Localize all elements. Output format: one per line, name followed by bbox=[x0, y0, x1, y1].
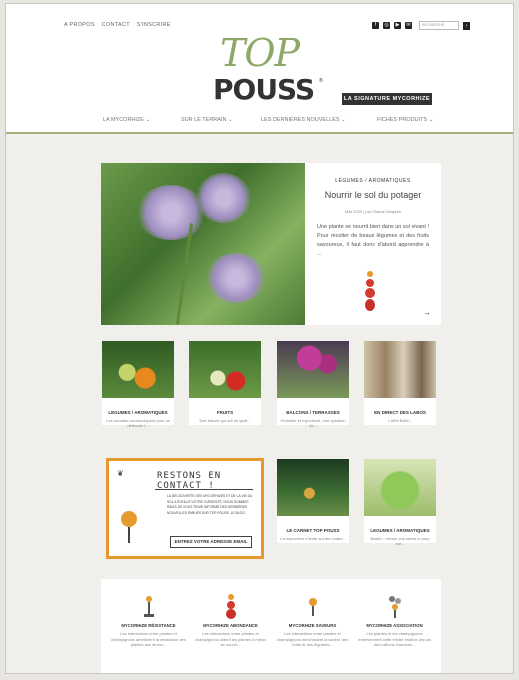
card-category[interactable]: LE CARNET TOP POUSS bbox=[277, 528, 349, 533]
card-category[interactable]: LEGUMES / AROMATIQUES bbox=[364, 528, 436, 533]
nav-sur-le-terrain[interactable]: SUR LE TERRAIN ⌄ bbox=[181, 117, 233, 123]
mascot-figure-icon bbox=[363, 271, 377, 315]
butterfly-icon: ❦ bbox=[117, 469, 124, 478]
association-figure-icon bbox=[388, 594, 401, 618]
featured-meta: MAI 2020 | par Claude Després bbox=[345, 209, 401, 214]
benefit-excerpt: Les interactions entre plantes et champi… bbox=[276, 631, 349, 647]
card-excerpt: Des fraises qui ont du goût... bbox=[199, 418, 251, 423]
benefit-abondance[interactable]: MYCORHIZE ABONDANCE Les interactions ent… bbox=[193, 594, 268, 648]
featured-next-arrow-icon[interactable]: → bbox=[423, 308, 431, 317]
nav-la-mycorhize[interactable]: LA MYCORHIZE ⌄ bbox=[103, 117, 150, 123]
benefit-title: MYCORHIZE ABONDANCE bbox=[203, 623, 258, 628]
article-card[interactable]: LE CARNET TOP POUSS La mycorhize s'invit… bbox=[277, 459, 349, 543]
top-nav: A PROPOS CONTACT S'INSCRIRE bbox=[64, 22, 176, 28]
article-card[interactable]: LEGUMES / AROMATIQUES Les tomates commun… bbox=[102, 341, 174, 428]
benefit-excerpt: Les plantes et les champignons entretien… bbox=[358, 631, 431, 647]
logo-pouss-text[interactable]: POUSS bbox=[213, 76, 315, 104]
benefit-resistance[interactable]: MYCORHIZE RÉSISTANCE Les interactions en… bbox=[111, 594, 186, 648]
email-field[interactable]: ENTREZ VOTRE ADRESSE EMAIL bbox=[170, 536, 252, 548]
nav-dernieres-nouvelles[interactable]: LES DERNIÈRES NOUVELLES ⌄ bbox=[261, 117, 346, 123]
search-icon[interactable]: › bbox=[463, 21, 470, 30]
newsletter-title: RESTONS EN CONTACT ! bbox=[157, 471, 222, 491]
benefit-title: MYCORHIZE RÉSISTANCE bbox=[121, 623, 176, 628]
strawberries-image[interactable] bbox=[189, 341, 261, 398]
mycorhize-benefits: MYCORHIZE RÉSISTANCE Les interactions en… bbox=[101, 579, 441, 673]
nav-about-link[interactable]: A PROPOS bbox=[64, 22, 95, 28]
benefit-excerpt: Les interactions entre plantes et champi… bbox=[111, 631, 186, 647]
page: A PROPOS CONTACT S'INSCRIRE f ◎ ▶ ✉ RECH… bbox=[5, 3, 514, 674]
card-category[interactable]: FRUITS bbox=[189, 410, 261, 415]
featured-excerpt: Une plante se nourrit bien dans un sol v… bbox=[317, 224, 429, 257]
flower-shape bbox=[206, 253, 266, 303]
benefit-excerpt: Les interactions entre plantes et champi… bbox=[194, 631, 267, 647]
mushroom-image[interactable] bbox=[277, 459, 349, 516]
article-card[interactable]: BALCONS / TERRASSES Orchidée et mycorhiz… bbox=[277, 341, 349, 428]
card-excerpt: L'effet BAM... bbox=[388, 418, 412, 423]
social-bar: f ◎ ▶ ✉ RECHERCHE › bbox=[372, 21, 470, 30]
email-icon[interactable]: ✉ bbox=[405, 22, 412, 29]
tomatoes-image[interactable] bbox=[102, 341, 174, 398]
card-category[interactable]: BALCONS / TERRASSES bbox=[277, 410, 349, 415]
benefit-title: MYCORHIZE ASSOCIATION bbox=[366, 623, 423, 628]
benefit-association[interactable]: MYCORHIZE ASSOCIATION Les plantes et les… bbox=[357, 594, 432, 648]
featured-category[interactable]: LÉGUMES / AROMATIQUES bbox=[305, 178, 441, 184]
nav-fiches-produits[interactable]: FICHES PRODUITS ⌄ bbox=[377, 117, 433, 123]
flower-shape bbox=[196, 173, 251, 223]
card-excerpt: Basilic : réussir vos semis à coup sûr..… bbox=[370, 536, 430, 546]
mascot-body bbox=[128, 527, 130, 543]
orchid-image[interactable] bbox=[277, 341, 349, 398]
card-excerpt: Les tomates communiquent pour se défendr… bbox=[106, 418, 170, 428]
basil-image[interactable] bbox=[364, 459, 436, 516]
newsletter-box: ❦ RESTONS EN CONTACT ! La découverte des… bbox=[106, 458, 264, 559]
search-input[interactable]: RECHERCHE bbox=[419, 21, 459, 30]
featured-text-panel: LÉGUMES / AROMATIQUES Nourrir le sol du … bbox=[305, 163, 441, 325]
featured-article[interactable]: LÉGUMES / AROMATIQUES Nourrir le sol du … bbox=[101, 163, 441, 325]
card-excerpt: Orchidée et mycorhize, une question de..… bbox=[280, 418, 346, 428]
card-category[interactable]: LEGUMES / AROMATIQUES bbox=[102, 410, 174, 415]
logo-registered-mark: ® bbox=[319, 78, 323, 84]
benefit-saveurs[interactable]: MYCORHIZE SAVEURS Les interactions entre… bbox=[275, 594, 350, 648]
nav-contact-link[interactable]: CONTACT bbox=[102, 22, 130, 28]
card-excerpt: La mycorhize s'invite sur les ondes... bbox=[280, 536, 346, 541]
abondance-figure-icon bbox=[225, 594, 237, 619]
card-category[interactable]: EN DIRECT DES LABOS bbox=[364, 410, 436, 415]
lab-roots-image[interactable] bbox=[364, 341, 436, 398]
divider bbox=[155, 489, 253, 490]
resistance-figure-icon bbox=[143, 594, 155, 618]
saveurs-figure-icon bbox=[307, 594, 319, 618]
mascot-orange-icon bbox=[121, 511, 137, 527]
nav-subscribe-link[interactable]: S'INSCRIRE bbox=[137, 22, 171, 28]
logo-top-text[interactable]: TOP bbox=[220, 34, 300, 72]
article-card[interactable]: EN DIRECT DES LABOS L'effet BAM... bbox=[364, 341, 436, 425]
instagram-icon[interactable]: ◎ bbox=[383, 22, 390, 29]
benefit-title: MYCORHIZE SAVEURS bbox=[288, 623, 337, 628]
featured-title[interactable]: Nourrir le sol du potager bbox=[305, 190, 441, 200]
article-card[interactable]: FRUITS Des fraises qui ont du goût... bbox=[189, 341, 261, 425]
featured-phacelia-image[interactable] bbox=[101, 163, 305, 325]
logo-tagline: LA SIGNATURE MYCORHIZE bbox=[342, 93, 432, 105]
site-header: A PROPOS CONTACT S'INSCRIRE f ◎ ▶ ✉ RECH… bbox=[6, 4, 513, 134]
article-card[interactable]: LEGUMES / AROMATIQUES Basilic : réussir … bbox=[364, 459, 436, 546]
youtube-icon[interactable]: ▶ bbox=[394, 22, 401, 29]
newsletter-text: La découverte des mycorhizes et de la vi… bbox=[167, 494, 253, 515]
facebook-icon[interactable]: f bbox=[372, 22, 379, 29]
